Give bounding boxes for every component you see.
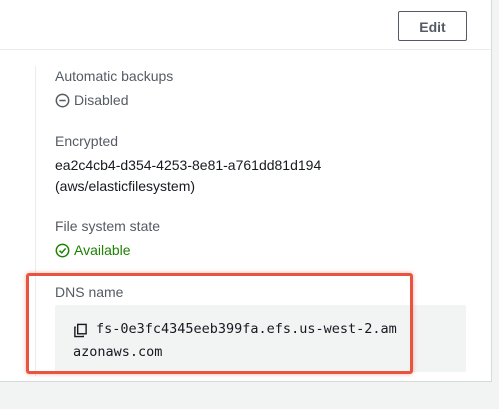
automatic-backups-status: Disabled <box>55 92 128 108</box>
encryption-key-alias: (aws/elasticfilesystem) <box>55 178 196 194</box>
encryption-key-id: ea2c4cb4-d354-4253-8e81-a761dd81d194 <box>55 157 322 173</box>
automatic-backups-label: Automatic backups <box>55 68 174 84</box>
encrypted-label: Encrypted <box>55 133 119 149</box>
file-system-state-status: Available <box>55 242 131 258</box>
file-system-state-label: File system state <box>55 218 161 234</box>
check-circle-icon <box>55 243 70 257</box>
panel-header: Edit <box>0 0 491 50</box>
edit-button[interactable]: Edit <box>398 11 467 41</box>
minus-circle-icon <box>55 93 70 107</box>
file-system-state-value: Available <box>74 242 131 258</box>
automatic-backups-value: Disabled <box>74 92 129 108</box>
highlight-annotation <box>26 273 413 374</box>
